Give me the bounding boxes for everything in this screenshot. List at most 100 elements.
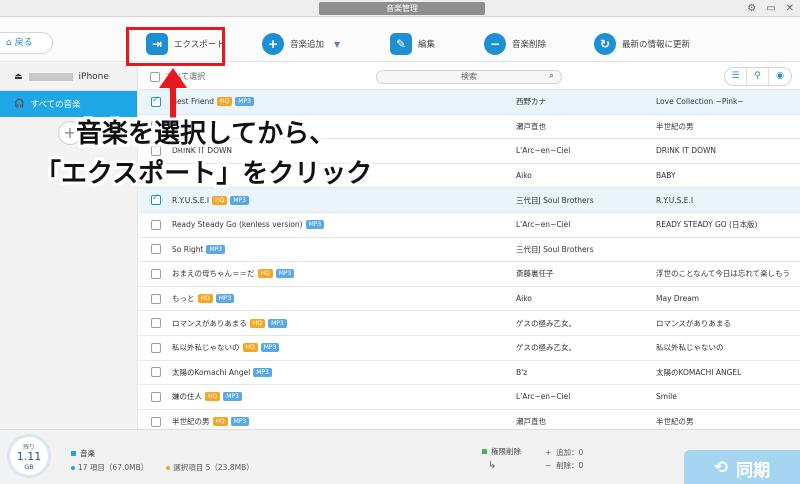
song-title: 半世紀の男 — [172, 417, 210, 427]
sidebar: ⏏ iPhone 🎧 すべての音楽 + — [0, 63, 138, 429]
search-icon[interactable]: ⌕ — [549, 70, 554, 82]
device-row[interactable]: ⏏ iPhone — [0, 63, 137, 91]
hq-badge: HQ — [205, 392, 221, 402]
song-title: R.Y.U.S.E.I — [172, 195, 210, 205]
song-title: おまえの母ちゃん＝＝だ — [172, 269, 255, 279]
song-artist: ゲスの極み乙女。 — [516, 343, 576, 353]
refresh-label: 最新の情報に更新 — [622, 40, 691, 50]
song-artist: 三代目J Soul Brothers — [516, 195, 594, 205]
total-items: 17 項目（67.0MB） — [71, 462, 148, 473]
song-title-cell: R.Y.U.S.E.I HQ MP3 — [172, 195, 516, 205]
table-row[interactable]: 嫌の住人 HQ MP3 L'Arc~en~Ciel Smile — [139, 385, 800, 410]
mp3-badge: MP3 — [305, 220, 325, 230]
row-checkbox[interactable] — [151, 367, 161, 378]
row-checkbox-cell — [139, 293, 172, 304]
row-checkbox[interactable] — [151, 342, 161, 353]
delete-music-icon: − — [484, 33, 506, 55]
row-checkbox-cell — [139, 268, 172, 279]
row-checkbox-cell — [139, 318, 172, 329]
song-album: DRINK IT DOWN — [656, 146, 716, 156]
view-switcher: ☰ ⚲ ◉ — [724, 67, 792, 86]
minimize-icon[interactable]: ▭ — [766, 2, 775, 15]
row-checkbox[interactable] — [151, 318, 161, 329]
table-row[interactable]: Best FriendHQMP3西野カナ Love Collection ~Pin… — [139, 90, 800, 115]
search-input[interactable]: 検索 ⌕ — [376, 70, 562, 84]
song-artist: L'Arc~en~Ciel — [516, 146, 571, 156]
list-view-icon[interactable]: ☰ — [725, 68, 747, 85]
edit-label: 編集 — [418, 40, 436, 50]
sync-label: 同期 — [736, 460, 771, 481]
hq-badge: HQ — [212, 417, 228, 427]
song-title-cell: 私以外私じゃないの HQ MP3 — [172, 342, 516, 353]
song-album: 半世紀の男 — [656, 121, 694, 131]
hq-badge: HQ — [242, 343, 258, 353]
song-album: 半世紀の男 — [656, 417, 694, 427]
back-button[interactable]: ⌂ 戻る — [0, 32, 53, 54]
mp3-badge: MP3 — [206, 244, 226, 254]
song-album: BABY — [656, 171, 676, 181]
eject-icon[interactable]: ⏏ — [14, 72, 23, 82]
refresh-button[interactable]: ↻ 最新の情報に更新 — [594, 31, 690, 57]
home-icon: ⌂ — [6, 38, 12, 48]
song-title: もっと — [172, 294, 195, 304]
table-row[interactable]: R.Y.U.S.E.IHQMP3三代目J Soul Brothers R.Y.U.… — [139, 188, 800, 213]
music-legend: 音楽 — [71, 448, 95, 459]
mp3-badge: MP3 — [230, 417, 250, 427]
add-count: + 追加：0 — [545, 448, 584, 457]
row-checkbox-cell — [139, 193, 172, 206]
delete-music-button[interactable]: − 音楽削除 — [484, 31, 546, 57]
settings-icon[interactable]: ⚙ — [747, 2, 756, 15]
row-checkbox[interactable] — [151, 193, 161, 206]
table-row[interactable]: Ready Steady Go (kenless version) MP3 L'Ar… — [139, 213, 800, 238]
song-title-cell: Best Friend HQ MP3 — [172, 97, 516, 107]
table-row[interactable]: ロマンスがありあまる HQ MP3 ゲスの極み乙女。 ロマンスがありあまる — [139, 311, 800, 336]
table-row[interactable]: 私以外私じゃないの HQ MP3 ゲスの極み乙女。 私以外私じゃないの — [139, 336, 800, 361]
song-title: So Right — [172, 244, 204, 254]
sidebar-item-all-music[interactable]: 🎧 すべての音楽 — [0, 91, 137, 117]
song-artist: 瀬戸直也 — [516, 121, 546, 131]
row-checkbox[interactable] — [151, 244, 161, 255]
user-tag-icon[interactable]: ⚲ — [747, 68, 769, 85]
row-checkbox[interactable] — [151, 219, 161, 230]
chevron-down-icon[interactable]: ▼ — [334, 40, 340, 49]
table-row[interactable]: もっと HQ MP3 Aiko May Dream — [139, 287, 800, 312]
storage-gauge: 残り 1.11 GB — [7, 434, 51, 478]
row-checkbox[interactable] — [151, 268, 161, 279]
back-label: 戻る — [14, 38, 33, 48]
song-title-cell: ロマンスがありあまる HQ MP3 — [172, 318, 516, 329]
device-name-redacted — [28, 72, 73, 81]
search-placeholder: 検索 — [461, 72, 477, 81]
row-checkbox-cell — [139, 342, 172, 353]
row-checkbox[interactable] — [151, 416, 161, 427]
itunes-icon[interactable]: ◉ — [769, 68, 791, 85]
hq-badge: HQ — [197, 294, 213, 304]
song-title: ロマンスがありあまる — [172, 318, 247, 328]
add-music-button[interactable]: + 音楽追加 ▼ — [262, 31, 340, 57]
row-checkbox-cell — [139, 367, 172, 378]
mp3-badge: MP3 — [230, 195, 249, 205]
close-icon[interactable]: ✕ — [786, 2, 794, 15]
table-row[interactable]: おまえの母ちゃん＝＝だ HQ MP3 斎藤裏任子 浮世のことなんて今日は忘れて楽しもう — [139, 262, 800, 287]
mp3-badge: MP3 — [235, 97, 254, 107]
list-header: すべて選択 検索 ⌕ ☰ ⚲ ◉ — [139, 63, 800, 90]
table-row[interactable]: 半世紀の男 HQ MP3 瀬戸直也 半世紀の男 — [139, 410, 800, 429]
song-artist: 三代目J Soul Brothers — [516, 244, 594, 254]
edit-button[interactable]: ✎ 編集 — [390, 31, 435, 57]
row-checkbox-cell — [139, 391, 172, 402]
storage-value: 1.11 — [16, 450, 42, 463]
mp3-badge: MP3 — [260, 343, 280, 353]
table-row[interactable]: So Right MP3 三代目J Soul Brothers — [139, 238, 800, 263]
row-checkbox-cell — [139, 416, 172, 427]
song-album: 浮世のことなんて今日は忘れて楽しもう — [656, 269, 790, 279]
title-bar: 音楽管理 ⚙ ▭ ✕ — [0, 0, 800, 17]
table-row[interactable]: 太陽のKomachi Angel MP3 B'z 太陽のKOMACHI ANGEL — [139, 361, 800, 386]
song-artist: 西野カナ — [516, 97, 546, 107]
row-checkbox[interactable] — [151, 293, 161, 304]
song-title-cell: 嫌の住人 HQ MP3 — [172, 391, 516, 402]
row-checkbox[interactable] — [151, 391, 161, 402]
return-arrow-icon: ↳ — [488, 460, 497, 471]
sync-button[interactable]: ⟲ 同期 — [684, 450, 800, 484]
delete-music-label: 音楽削除 — [512, 40, 547, 50]
hq-badge: HQ — [217, 97, 233, 107]
song-album: 太陽のKOMACHI ANGEL — [656, 367, 742, 377]
